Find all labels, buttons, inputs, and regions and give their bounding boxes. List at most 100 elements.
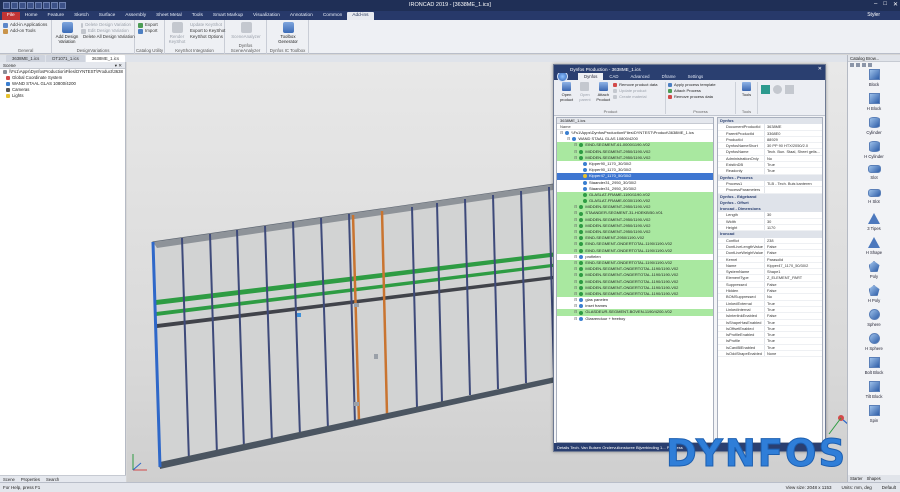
- catalog-item-h-poly[interactable]: H Poly: [848, 285, 900, 308]
- property-value[interactable]: TLB - Tech. Buis kanteren: [764, 180, 822, 187]
- catalog-save-icon[interactable]: [868, 63, 872, 67]
- expand-toggle-icon[interactable]: ⊟: [574, 316, 577, 322]
- dialog-tab-advanced[interactable]: Advanced: [624, 73, 655, 80]
- status-mode[interactable]: Default: [882, 485, 896, 490]
- property-value[interactable]: 3638ME: [764, 124, 822, 130]
- property-value[interactable]: True: [764, 168, 822, 174]
- property-value[interactable]: [764, 187, 822, 193]
- add-design-variation-button[interactable]: Add Design Variation: [55, 22, 79, 44]
- catalog-item-slot[interactable]: Slot: [848, 165, 900, 188]
- tab-scene[interactable]: Scene: [3, 477, 15, 482]
- catalog-item-h-sphere[interactable]: H Sphere: [848, 333, 900, 356]
- property-value[interactable]: True: [764, 319, 822, 325]
- add-on-tools-button[interactable]: Add-on Tools: [3, 28, 48, 34]
- dialog-tab-dynfos[interactable]: Dynfos: [578, 73, 604, 80]
- tools-button[interactable]: Tools: [738, 82, 755, 97]
- catalog-item-spin[interactable]: Spin: [848, 405, 900, 428]
- ribbon-tab-sheet-metal[interactable]: Sheet Metal: [151, 12, 187, 20]
- tab-search[interactable]: Search: [46, 477, 59, 482]
- property-value[interactable]: True: [764, 344, 822, 350]
- property-value[interactable]: Z_ELEMENT_PART: [764, 275, 822, 281]
- property-value[interactable]: False: [764, 243, 822, 250]
- toolbox-generator-button[interactable]: Toolbox Generator: [270, 22, 306, 44]
- keyshot-options-button[interactable]: KeyShot Options: [188, 34, 223, 40]
- scene-analyzer-button[interactable]: SceneAnalyzer: [228, 22, 264, 39]
- ribbon-tab-add-ins[interactable]: Add-ins: [347, 12, 374, 20]
- maximize-icon[interactable]: □: [883, 1, 887, 8]
- property-value[interactable]: False: [764, 313, 822, 319]
- property-value[interactable]: True: [764, 162, 822, 168]
- catalog-tab-shapes[interactable]: Shapes: [867, 476, 881, 481]
- ribbon-tab-surface[interactable]: Surface: [94, 12, 121, 20]
- property-value[interactable]: True: [764, 325, 822, 332]
- create-material-button[interactable]: Create material: [613, 94, 657, 100]
- property-value[interactable]: Kipper47_1170_50/30/2: [764, 262, 822, 269]
- doc-tab-3[interactable]: 3638ME_1.ics: [85, 55, 125, 62]
- remove-process-data-button[interactable]: Remove process data: [668, 94, 733, 100]
- catalog-back-icon[interactable]: [850, 63, 854, 67]
- box-tool-icon[interactable]: [785, 85, 794, 94]
- property-value[interactable]: 1170: [764, 225, 822, 231]
- doc-tab-2[interactable]: DT1071_1.ics: [46, 55, 85, 62]
- delete-all-design-variation-button[interactable]: Delete All Design Variation: [81, 34, 135, 40]
- minimize-icon[interactable]: –: [874, 1, 877, 8]
- close-icon[interactable]: ✕: [893, 1, 898, 8]
- property-value[interactable]: False: [764, 281, 822, 288]
- doc-tab-1[interactable]: 3638ME_1.ics: [6, 55, 46, 62]
- attach-product-button[interactable]: Attach Product: [595, 82, 612, 102]
- property-value[interactable]: 30: [764, 218, 822, 225]
- property-row[interactable]: IsOddShapeEnabled None: [718, 350, 822, 358]
- ribbon-tab-visualization[interactable]: Visualization: [248, 12, 285, 20]
- property-value[interactable]: True: [764, 338, 822, 344]
- property-value[interactable]: False: [764, 250, 822, 256]
- property-value[interactable]: No: [764, 294, 822, 300]
- property-value[interactable]: 88929: [764, 136, 822, 143]
- dialog-close-icon[interactable]: ✕: [818, 66, 822, 72]
- ribbon-tab-assembly[interactable]: Assembly: [120, 12, 151, 20]
- pin-icon[interactable]: ▾ ✕: [115, 63, 122, 68]
- user-name[interactable]: Styler: [867, 12, 880, 18]
- ribbon-tab-feature[interactable]: Feature: [43, 12, 70, 20]
- ribbon-tab-tools[interactable]: Tools: [187, 12, 208, 20]
- render-keyshot-button[interactable]: Render KeyShot: [168, 22, 186, 44]
- catalog-item-block[interactable]: Block: [848, 69, 900, 92]
- property-value[interactable]: 238: [764, 237, 822, 243]
- catalog-item-bolt-block[interactable]: Bolt Block: [848, 357, 900, 380]
- catalog-item-tilt-block[interactable]: Tilt Block: [848, 381, 900, 404]
- property-value[interactable]: No: [764, 155, 822, 162]
- open-parent-button[interactable]: Open parent: [576, 82, 593, 102]
- catalog-item-cylinder[interactable]: Cylinder: [848, 117, 900, 140]
- property-value[interactable]: None: [764, 350, 822, 357]
- property-value[interactable]: Shape1: [764, 269, 822, 275]
- scene-item-lights[interactable]: Lights: [0, 93, 125, 99]
- catalog-forward-icon[interactable]: [856, 63, 860, 67]
- import-button[interactable]: Import: [138, 28, 161, 34]
- dialog-tab-cad[interactable]: CAD: [603, 73, 624, 80]
- expand-toggle-icon[interactable]: ⊟: [574, 155, 577, 161]
- catalog-item-3-tipes[interactable]: 3 Tipes: [848, 213, 900, 236]
- sphere-tool-icon[interactable]: [773, 85, 782, 94]
- ribbon-tab-annotation[interactable]: Annotation: [285, 12, 318, 20]
- catalog-item-h-block[interactable]: H Block: [848, 93, 900, 116]
- catalog-item-h-slot[interactable]: H Slot: [848, 189, 900, 212]
- ribbon-tab-home[interactable]: Home: [20, 12, 43, 20]
- ribbon-tab-file[interactable]: File: [2, 12, 20, 20]
- catalog-open-icon[interactable]: [862, 63, 866, 67]
- property-value[interactable]: True: [764, 306, 822, 313]
- dialog-tab-settings[interactable]: Settings: [682, 73, 710, 80]
- property-value[interactable]: 3368E0: [764, 130, 822, 136]
- ribbon-tab-common[interactable]: Common: [318, 12, 347, 20]
- expand-toggle-icon[interactable]: ⊟: [560, 130, 563, 136]
- ribbon-tab-smart-markup[interactable]: Smart Markup: [208, 12, 248, 20]
- color-tool-icon[interactable]: [761, 85, 770, 94]
- property-value[interactable]: True: [764, 300, 822, 306]
- property-value[interactable]: 30 PP 90 HTX/2050/2.0: [764, 143, 822, 149]
- property-value[interactable]: True: [764, 332, 822, 338]
- ribbon-tab-sketch[interactable]: Sketch: [69, 12, 94, 20]
- property-value[interactable]: False: [764, 288, 822, 294]
- open-product-button[interactable]: Open product: [558, 82, 575, 102]
- catalog-item-poly[interactable]: Poly: [848, 261, 900, 284]
- tab-properties[interactable]: Properties: [21, 477, 40, 482]
- property-value[interactable]: Parasolid: [764, 256, 822, 262]
- property-value[interactable]: Tech. Bun. Staal, Sheet gelis...: [764, 149, 822, 155]
